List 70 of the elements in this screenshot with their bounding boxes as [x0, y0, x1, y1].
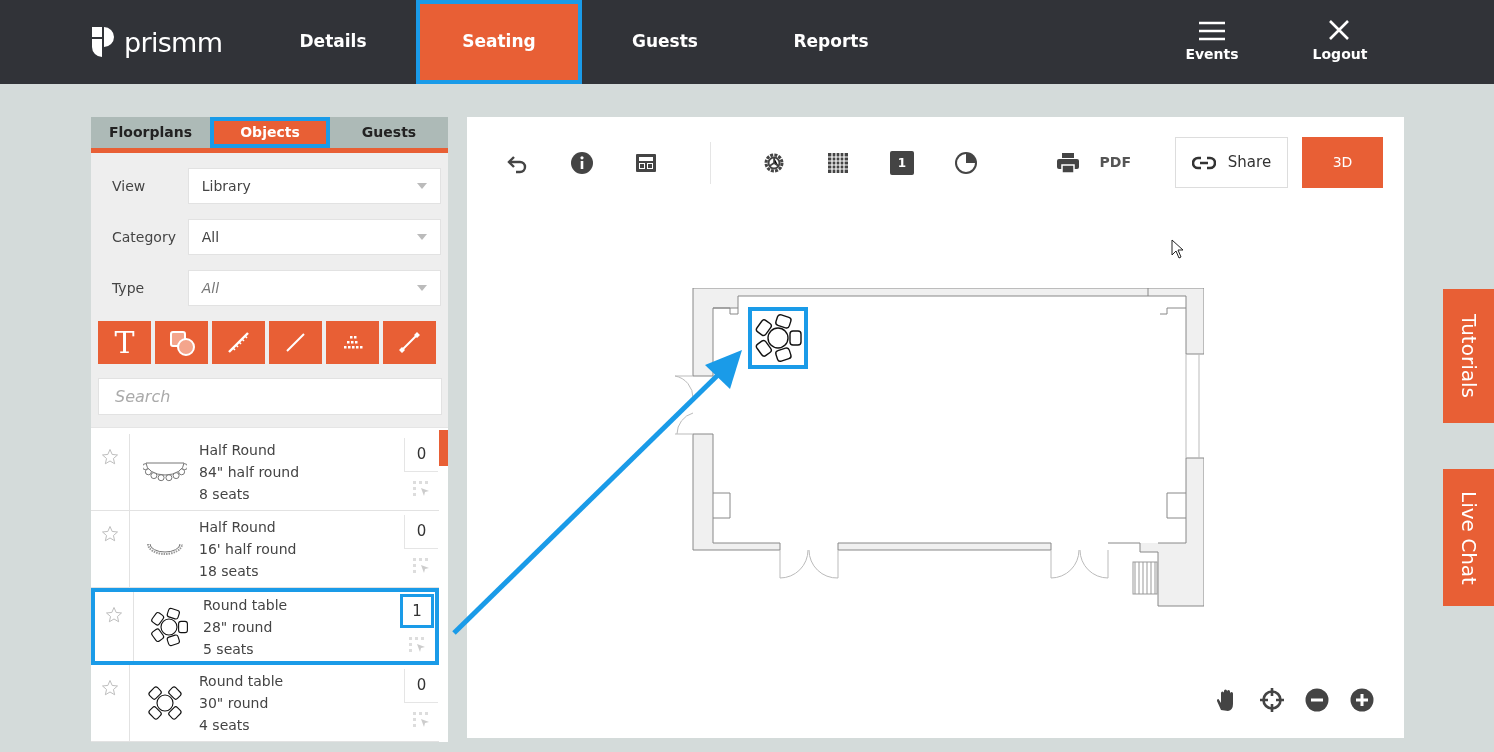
dropdown-caret-icon — [417, 234, 427, 240]
grid-icon[interactable] — [826, 150, 850, 175]
header-action[interactable]: Events — [1185, 43, 1239, 65]
object-name: Half Round — [199, 441, 277, 460]
highlighted-object-row[interactable]: Round table 28" round 5 seats 1 — [91, 588, 439, 665]
header-action[interactable]: Logout — [1312, 43, 1368, 65]
object-count: 0 — [404, 669, 438, 703]
page-number-button[interactable]: 1 — [890, 150, 914, 175]
panel-tab[interactable]: Guests — [330, 117, 448, 148]
object-seats: 8 seats — [199, 483, 300, 505]
object-row[interactable]: Round table 30" round 4 seats 0 — [91, 665, 439, 742]
nav-tab[interactable]: Guests — [582, 0, 748, 84]
tool-button[interactable] — [155, 321, 208, 364]
panel-tab[interactable]: Floorplans — [91, 117, 210, 148]
star-icon[interactable] — [101, 679, 119, 697]
nav-tab[interactable]: Reports — [748, 0, 914, 84]
zoom-in-icon[interactable] — [1350, 688, 1374, 712]
table-icon — [142, 460, 187, 484]
object-count: 0 — [404, 515, 438, 549]
object-count: 1 — [400, 594, 434, 628]
dropdown-field[interactable]: Library — [187, 168, 441, 204]
mouse-pointer-icon — [1171, 239, 1185, 259]
logo-text: prismm — [124, 28, 223, 56]
dropdown-caret-icon — [417, 285, 427, 291]
object-size: 28" round — [203, 617, 274, 637]
print-icon[interactable] — [1055, 150, 1080, 175]
field-label: View — [111, 176, 147, 196]
star-icon[interactable] — [101, 448, 119, 466]
share-button[interactable]: Share — [1175, 137, 1288, 188]
tool-button[interactable] — [212, 321, 265, 364]
object-seats: 5 seats — [203, 637, 288, 660]
drag-handle-icon[interactable] — [408, 636, 426, 654]
drag-handle-icon[interactable] — [412, 480, 430, 498]
dropdown-field[interactable]: All — [187, 270, 441, 306]
logo-icon — [92, 27, 114, 57]
tool-button[interactable] — [383, 321, 436, 364]
crosshair-icon[interactable] — [1260, 688, 1284, 712]
menu-icon[interactable] — [1199, 19, 1225, 41]
object-size: 84" half round — [199, 463, 300, 482]
object-seats: 4 seats — [199, 714, 284, 736]
dropdown-field[interactable]: All — [187, 219, 441, 255]
table-icon — [753, 313, 803, 363]
object-row[interactable]: Half Round 16' half round 18 seats 0 — [91, 511, 439, 588]
object-size: 16' half round — [199, 540, 297, 559]
pdf-button[interactable]: PDF — [1099, 152, 1131, 173]
object-name: Round table — [199, 672, 284, 691]
object-row[interactable]: Half Round 84" half round 8 seats 0 — [91, 434, 439, 511]
table-icon — [148, 606, 189, 647]
search-field[interactable]: Search — [98, 378, 442, 415]
half-circle-icon[interactable] — [954, 150, 978, 175]
nav-tab[interactable]: Details — [250, 0, 416, 84]
scrollbar-thumb[interactable] — [439, 430, 448, 466]
object-name: Round table — [203, 595, 288, 615]
drag-handle-icon[interactable] — [412, 711, 430, 729]
info-icon[interactable] — [570, 150, 594, 175]
object-name: Half Round — [199, 518, 277, 537]
placed-table[interactable] — [748, 307, 808, 369]
field-label: Category — [111, 227, 177, 247]
table-icon — [146, 543, 183, 555]
shapes-icon — [168, 329, 195, 356]
tool-button[interactable] — [269, 321, 322, 364]
star-icon[interactable] — [105, 606, 123, 624]
drag-handle-icon[interactable] — [412, 557, 430, 575]
zoom-out-icon[interactable] — [1305, 688, 1329, 712]
field-label: Type — [111, 278, 146, 298]
object-count: 0 — [404, 438, 438, 472]
dropdown-caret-icon — [417, 183, 427, 189]
star-icon[interactable] — [101, 525, 119, 543]
object-seats: 18 seats — [199, 560, 297, 582]
object-size: 30" round — [199, 694, 270, 713]
